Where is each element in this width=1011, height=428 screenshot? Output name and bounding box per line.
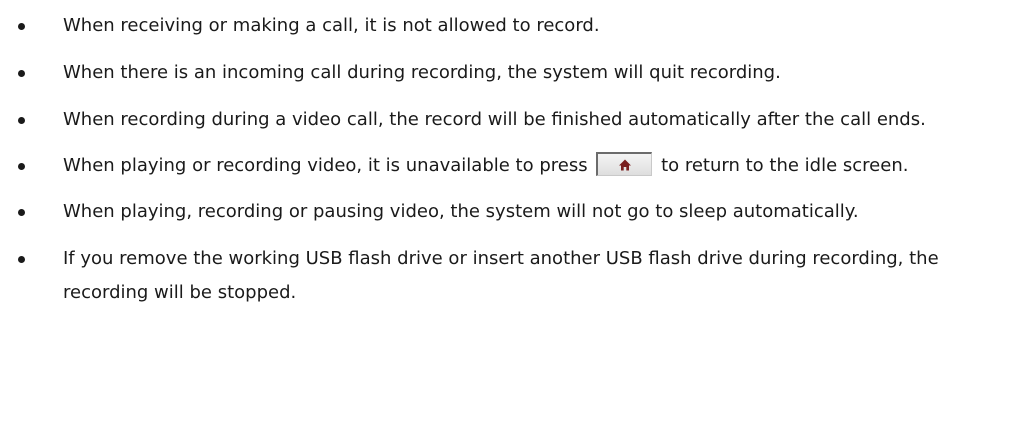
- notes-list: When receiving or making a call, it is n…: [0, 9, 1011, 322]
- note-item: When there is an incoming call during re…: [0, 56, 1011, 90]
- note-text: When receiving or making a call, it is n…: [63, 15, 600, 36]
- note-text-before: When playing or recording video, it is u…: [63, 155, 588, 176]
- note-text-after: to return to the idle screen.: [661, 155, 909, 176]
- bullet: [18, 23, 25, 30]
- note-text: When there is an incoming call during re…: [63, 62, 781, 83]
- note-text: If you remove the working USB flash driv…: [63, 248, 939, 303]
- note-item: When recording during a video call, the …: [0, 103, 1011, 137]
- bullet: [18, 163, 25, 170]
- bullet: [18, 209, 25, 216]
- bullet: [18, 70, 25, 77]
- home-icon: [618, 159, 631, 170]
- note-text: When playing, recording or pausing video…: [63, 201, 859, 222]
- note-text: When recording during a video call, the …: [63, 109, 926, 130]
- bullet: [18, 256, 25, 263]
- bullet: [18, 117, 25, 124]
- note-item: If you remove the working USB flash driv…: [0, 242, 1011, 310]
- home-key-button: [596, 152, 653, 176]
- note-item: When playing, recording or pausing video…: [0, 195, 1011, 229]
- note-item: When playing or recording video, it is u…: [0, 149, 1011, 183]
- note-item: When receiving or making a call, it is n…: [0, 9, 1011, 43]
